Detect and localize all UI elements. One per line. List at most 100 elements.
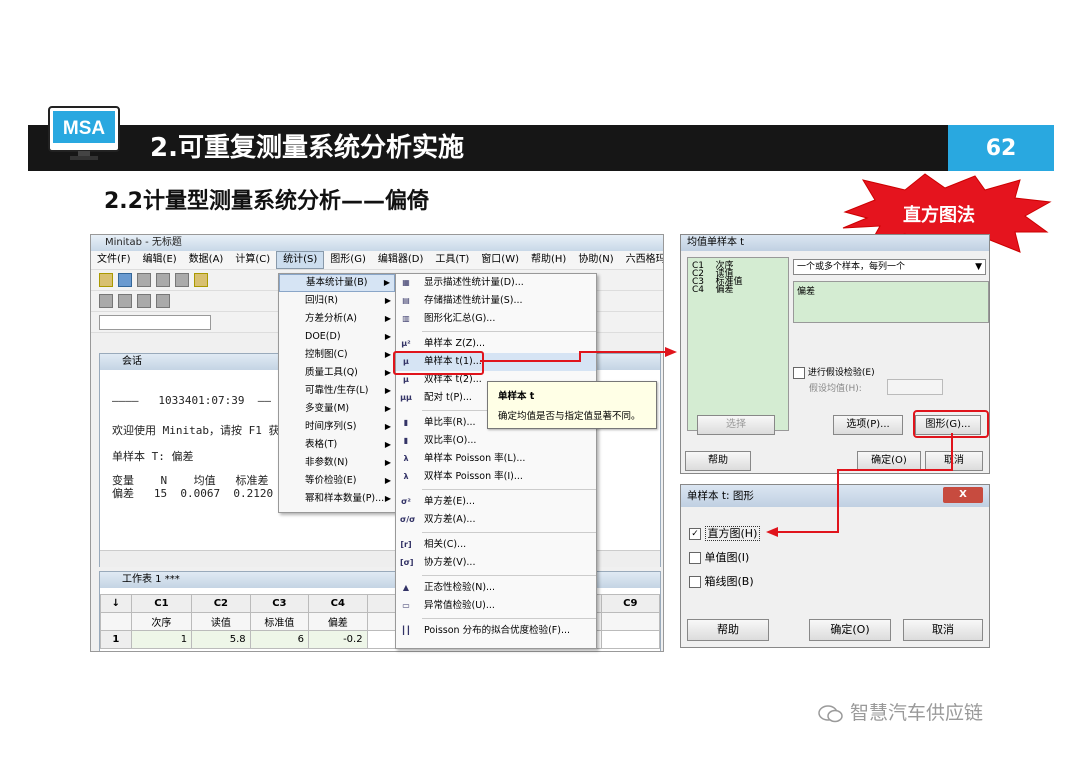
chevron-down-icon: ▼: [975, 262, 982, 272]
slide-title: 2.可重复测量系统分析实施: [150, 133, 464, 163]
outlier-icon: ▭: [402, 601, 410, 610]
column-list[interactable]: C1 次序 C2 读值 C3 标准值 C4 偏差: [687, 257, 789, 431]
submenu-normality[interactable]: ▲ 正态性检验(N)...: [396, 579, 596, 597]
histogram-option[interactable]: ✓ 直方图(H): [689, 525, 761, 541]
menu-sixsigma[interactable]: 六西格玛(X): [620, 251, 663, 269]
help-button[interactable]: 帮助: [685, 451, 751, 471]
menu-item-regression[interactable]: 回归(R) ▶: [279, 292, 395, 310]
correlation-icon: [r]: [400, 540, 412, 549]
gof-icon: ┃┃: [401, 626, 411, 635]
open-icon[interactable]: [99, 273, 113, 287]
paste-icon[interactable]: [194, 273, 208, 287]
save-icon[interactable]: [118, 273, 132, 287]
submenu-2-proportions[interactable]: ▮ 双比率(O)...: [396, 432, 596, 450]
menu-file[interactable]: 文件(F): [91, 251, 137, 269]
submenu-correlation[interactable]: [r] 相关(C)...: [396, 536, 596, 554]
edit-icon[interactable]: [156, 294, 170, 308]
individual-plot-option[interactable]: 单值图(I): [689, 549, 749, 565]
hypo-mean-input[interactable]: [887, 379, 943, 395]
hypothesis-checkbox-row[interactable]: 进行假设检验(E): [793, 365, 875, 379]
graph-summary-icon: ▥: [402, 314, 410, 323]
select-button[interactable]: 选择: [697, 415, 775, 435]
tooltip-text: 确定均值是否与指定值显著不同。: [498, 411, 641, 422]
submenu-1-poisson[interactable]: λ 单样本 Poisson 率(L)...: [396, 450, 596, 468]
individual-plot-checkbox[interactable]: [689, 552, 701, 564]
menu-item-anova[interactable]: 方差分析(A) ▶: [279, 310, 395, 328]
submenu-store-desc[interactable]: ▤ 存储描述性统计量(S)...: [396, 292, 596, 310]
formula-icon[interactable]: [99, 294, 113, 308]
menu-item-control-charts[interactable]: 控制图(C) ▶: [279, 346, 395, 364]
col-name[interactable]: 读值: [191, 612, 251, 631]
menu-window[interactable]: 窗口(W): [475, 251, 525, 269]
menu-item-quality-tools[interactable]: 质量工具(Q) ▶: [279, 364, 395, 382]
submenu-display-desc[interactable]: ▦ 显示描述性统计量(D)...: [396, 274, 596, 292]
submenu-2-variances[interactable]: σ/σ 双方差(A)...: [396, 511, 596, 529]
session-welcome: 欢迎使用 Minitab，请按 F1 获得: [112, 424, 291, 437]
column-item[interactable]: C4 偏差: [688, 286, 788, 295]
menu-editor[interactable]: 编辑器(D): [372, 251, 430, 269]
col-name[interactable]: 次序: [130, 612, 193, 631]
submenu-graphical-summary[interactable]: ▥ 图形化汇总(G)...: [396, 310, 596, 328]
col-header[interactable]: C2: [191, 594, 251, 613]
col-name[interactable]: 标准值: [249, 612, 310, 631]
menu-item-doe[interactable]: DOE(D) ▶: [279, 328, 395, 346]
options-button[interactable]: 选项(P)...: [833, 415, 903, 435]
col-header[interactable]: C4: [308, 594, 368, 613]
menu-item-multivariate[interactable]: 多变量(M) ▶: [279, 400, 395, 418]
menu-item-basic-stats[interactable]: 基本统计量(B) ▶: [279, 274, 395, 292]
menu-calc[interactable]: 计算(C): [229, 251, 276, 269]
menu-graph[interactable]: 图形(G): [324, 251, 372, 269]
menu-item-time-series[interactable]: 时间序列(S) ▶: [279, 418, 395, 436]
submenu-poisson-gof[interactable]: ┃┃ Poisson 分布的拟合优度检验(F)...: [396, 622, 596, 640]
histogram-checkbox[interactable]: ✓: [689, 528, 701, 540]
insert-row-icon[interactable]: [118, 294, 132, 308]
hypothesis-checkbox[interactable]: [793, 366, 805, 379]
ok-button[interactable]: 确定(O): [809, 619, 891, 641]
help-button[interactable]: 帮助: [687, 619, 769, 641]
close-icon[interactable]: X: [943, 487, 983, 503]
insert-col-icon[interactable]: [137, 294, 151, 308]
menu-item-reliability[interactable]: 可靠性/生存(L) ▶: [279, 382, 395, 400]
menu-item-tables[interactable]: 表格(T) ▶: [279, 436, 395, 454]
menu-item-nonparametric[interactable]: 非参数(N) ▶: [279, 454, 395, 472]
col-header[interactable]: C9: [600, 594, 661, 613]
menu-item-equivalence[interactable]: 等价检验(E) ▶: [279, 472, 395, 490]
sample-mode-dropdown[interactable]: 一个或多个样本，每列一个 ▼: [793, 259, 986, 275]
submenu-covariance[interactable]: [σ] 协方差(V)...: [396, 554, 596, 572]
col-header[interactable]: C1: [130, 594, 193, 613]
submenu-2-poisson[interactable]: λ 双样本 Poisson 率(I)...: [396, 468, 596, 486]
boxplot-checkbox[interactable]: [689, 576, 701, 588]
submenu-1-variance[interactable]: σ² 单方差(E)...: [396, 493, 596, 511]
submenu-outlier[interactable]: ▭ 异常值检验(U)...: [396, 597, 596, 615]
menu-edit[interactable]: 编辑(E): [137, 251, 183, 269]
ok-button[interactable]: 确定(O): [857, 451, 921, 471]
cut-icon[interactable]: [156, 273, 170, 287]
menu-help[interactable]: 帮助(H): [525, 251, 572, 269]
col-header[interactable]: C3: [249, 594, 310, 613]
watermark: 智慧汽车供应链: [818, 698, 983, 725]
menu-data[interactable]: 数据(A): [183, 251, 230, 269]
print-icon[interactable]: [137, 273, 151, 287]
menu-stat[interactable]: 统计(S): [276, 251, 325, 269]
cell[interactable]: 5.8: [191, 630, 251, 649]
proportion-two-icon: ▮: [403, 436, 409, 445]
corner-cell: ↓: [100, 594, 132, 613]
col-name[interactable]: 偏差: [308, 612, 368, 631]
cancel-button[interactable]: 取消: [903, 619, 983, 641]
watermark-text: 智慧汽车供应链: [850, 702, 984, 724]
menu-item-power-sample[interactable]: 幂和样本数量(P)... ▶: [279, 490, 395, 508]
menu-tools[interactable]: 工具(T): [429, 251, 475, 269]
command-dropdown[interactable]: [99, 314, 211, 330]
msa-logo-text: MSA: [63, 118, 106, 139]
wechat-icon: [818, 704, 844, 724]
cell[interactable]: -0.2: [308, 630, 368, 649]
boxplot-option[interactable]: 箱线图(B): [689, 573, 754, 589]
copy-icon[interactable]: [175, 273, 189, 287]
menu-assist[interactable]: 协助(N): [572, 251, 619, 269]
cell[interactable]: 1: [130, 630, 193, 649]
hypo-mean-label: 假设均值(H):: [809, 384, 862, 394]
cancel-button[interactable]: 取消: [925, 451, 983, 471]
sample-columns-field[interactable]: 偏差: [793, 281, 989, 323]
cell[interactable]: 6: [249, 630, 310, 649]
slide-subtitle: 2.2计量型测量系统分析——偏倚: [104, 189, 429, 214]
